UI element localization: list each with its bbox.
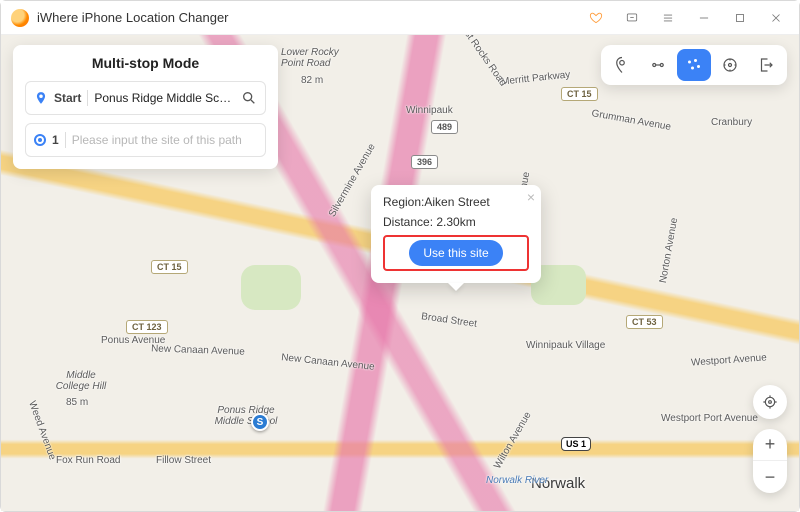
- mode-exit-button[interactable]: [749, 49, 783, 81]
- elevation-label: 82 m: [301, 75, 323, 86]
- multistop-panel: Multi-stop Mode Start Ponus Ridge Middle…: [13, 45, 278, 169]
- zoom-out-button[interactable]: −: [753, 461, 787, 493]
- panel-title: Multi-stop Mode: [25, 55, 266, 71]
- mode-multistop-button[interactable]: [677, 49, 711, 81]
- stop-radio-icon: [34, 134, 46, 146]
- park-area: [241, 265, 301, 310]
- titlebar: iWhere iPhone Location Changer: [1, 1, 799, 35]
- stop-number: 1: [52, 133, 59, 147]
- minimize-button[interactable]: [691, 7, 717, 29]
- close-button[interactable]: [763, 7, 789, 29]
- divider: [87, 90, 88, 106]
- map-label: Fox Run Road: [56, 455, 120, 466]
- route-shield: 489: [431, 120, 458, 134]
- map-label: Middle College Hill: [51, 370, 111, 392]
- map-canvas[interactable]: Norwalk Cranbury Winnipauk Winnipauk Vil…: [1, 35, 799, 511]
- app-window: iWhere iPhone Location Changer Norwalk C…: [0, 0, 800, 512]
- use-this-site-button[interactable]: Use this site: [409, 240, 502, 266]
- highlight-frame: Use this site: [383, 235, 529, 271]
- stop-input-row[interactable]: 1 Please input the site of this path: [25, 123, 266, 157]
- start-marker-icon[interactable]: S: [251, 413, 269, 431]
- mode-toolbar: [601, 45, 787, 85]
- map-label: Ponus Avenue: [101, 335, 165, 346]
- titlebar-actions: [583, 7, 789, 29]
- feedback-icon[interactable]: [619, 7, 645, 29]
- start-label: Start: [54, 91, 81, 105]
- map-label: Cranbury: [711, 117, 752, 128]
- route-shield: US 1: [561, 437, 591, 451]
- route-shield: CT 123: [126, 320, 168, 334]
- route-shield: CT 15: [561, 87, 598, 101]
- route-shield: CT 15: [151, 260, 188, 274]
- mode-onestop-button[interactable]: [641, 49, 675, 81]
- app-title: iWhere iPhone Location Changer: [37, 10, 583, 25]
- maximize-button[interactable]: [727, 7, 753, 29]
- search-icon[interactable]: [241, 90, 257, 106]
- popup-distance: Distance: 2.30km: [383, 215, 529, 229]
- popup-tip: [448, 283, 464, 291]
- elevation-label: 85 m: [66, 397, 88, 408]
- map-label: Fillow Street: [156, 455, 211, 466]
- route-shield: 396: [411, 155, 438, 169]
- route-shield: CT 53: [626, 315, 663, 329]
- divider: [65, 132, 66, 148]
- location-popup: × Region:Aiken Street Distance: 2.30km U…: [371, 185, 541, 283]
- mode-teleport-button[interactable]: [605, 49, 639, 81]
- popup-region: Region:Aiken Street: [383, 195, 529, 209]
- map-label: Winnipauk Village: [526, 340, 605, 351]
- app-logo-icon: [11, 9, 29, 27]
- zoom-control: + −: [753, 429, 787, 493]
- map-label: Westport Port Avenue: [661, 413, 758, 424]
- popup-close-icon[interactable]: ×: [527, 189, 535, 205]
- map-label: Ponus Ridge Middle School: [211, 405, 281, 427]
- start-input-row[interactable]: Start Ponus Ridge Middle School: [25, 81, 266, 115]
- map-side-controls: + −: [753, 385, 787, 493]
- pin-icon: [34, 91, 48, 105]
- menu-icon[interactable]: [655, 7, 681, 29]
- zoom-in-button[interactable]: +: [753, 429, 787, 461]
- mode-joystick-button[interactable]: [713, 49, 747, 81]
- map-label: Lower Rocky Point Road: [281, 47, 341, 69]
- stop-placeholder: Please input the site of this path: [72, 133, 257, 147]
- map-label: Norwalk River: [486, 475, 548, 486]
- favorite-icon[interactable]: [583, 7, 609, 29]
- start-value: Ponus Ridge Middle School: [94, 91, 235, 105]
- map-label: Winnipauk: [406, 105, 453, 116]
- recenter-button[interactable]: [753, 385, 787, 419]
